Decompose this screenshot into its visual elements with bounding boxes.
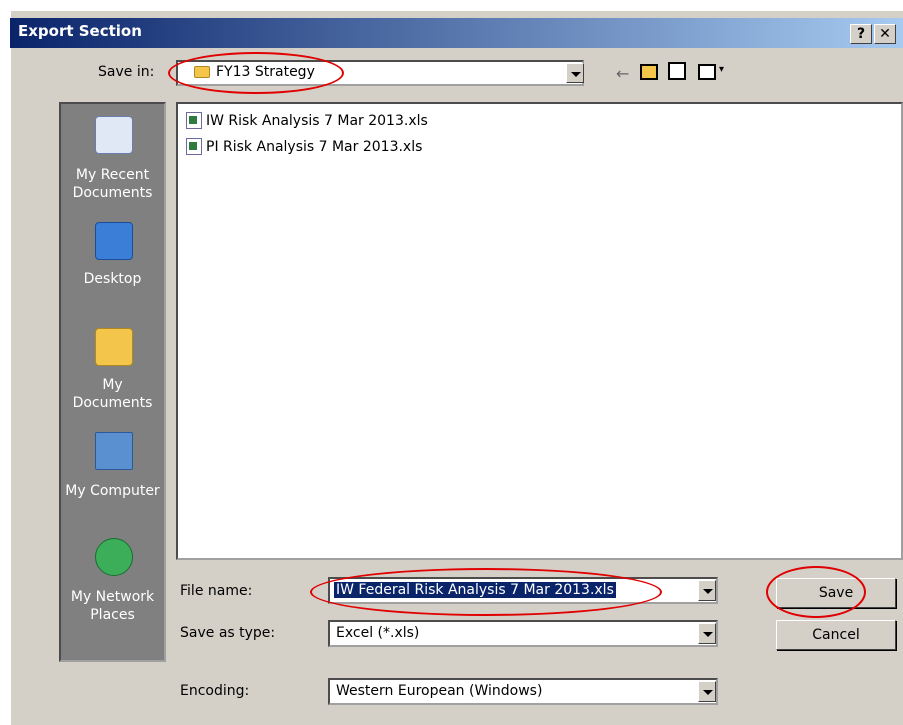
title-bar [10,18,903,48]
highlight-ellipse-file-name [310,568,662,616]
excel-file-icon [186,112,202,129]
save-as-type-label: Save as type: [180,625,276,641]
places-bar: My Recent Documents Desktop My Documents… [59,102,166,662]
file-item[interactable]: PI Risk Analysis 7 Mar 2013.xls [186,138,422,155]
my-computer-icon [95,432,133,470]
save-as-type-select[interactable]: Excel (*.xls) [328,620,718,647]
file-name-label: File name: [180,583,253,599]
network-places-icon [95,538,133,576]
excel-file-icon [186,138,202,155]
save-as-type-dropdown-arrow[interactable] [698,623,716,644]
save-in-label: Save in: [98,64,155,80]
encoding-value: Western European (Windows) [336,683,543,699]
highlight-ellipse-save-in [168,52,344,94]
encoding-dropdown-arrow[interactable] [698,681,716,702]
highlight-ellipse-save [766,566,866,618]
help-button[interactable]: ? [850,24,872,44]
save-as-type-value: Excel (*.xls) [336,625,420,641]
encoding-label: Encoding: [180,683,250,699]
save-in-dropdown-arrow[interactable] [566,63,584,83]
views-icon[interactable] [698,64,716,80]
place-my-computer[interactable]: My Computer [61,482,164,500]
place-network-places[interactable]: My Network Places [61,588,164,624]
views-dropdown-icon[interactable]: ▾ [719,64,724,75]
place-desktop[interactable]: Desktop [61,270,164,288]
desktop-icon [95,222,133,260]
file-name: PI Risk Analysis 7 Mar 2013.xls [206,138,423,155]
file-name-dropdown-arrow[interactable] [698,580,716,601]
file-name: IW Risk Analysis 7 Mar 2013.xls [206,112,428,129]
cancel-button[interactable]: Cancel [776,620,896,650]
encoding-select[interactable]: Western European (Windows) [328,678,718,705]
dialog-title: Export Section [18,22,142,40]
file-item[interactable]: IW Risk Analysis 7 Mar 2013.xls [186,112,428,129]
place-recent-documents[interactable]: My Recent Documents [61,166,164,202]
back-icon[interactable]: ← [616,64,629,83]
up-folder-icon[interactable] [640,64,658,80]
file-list[interactable]: IW Risk Analysis 7 Mar 2013.xls PI Risk … [176,102,903,560]
recent-documents-icon [95,116,133,154]
my-documents-icon [95,328,133,366]
close-button[interactable]: ✕ [874,24,896,44]
new-folder-icon[interactable] [668,62,686,80]
place-my-documents[interactable]: My Documents [61,376,164,412]
